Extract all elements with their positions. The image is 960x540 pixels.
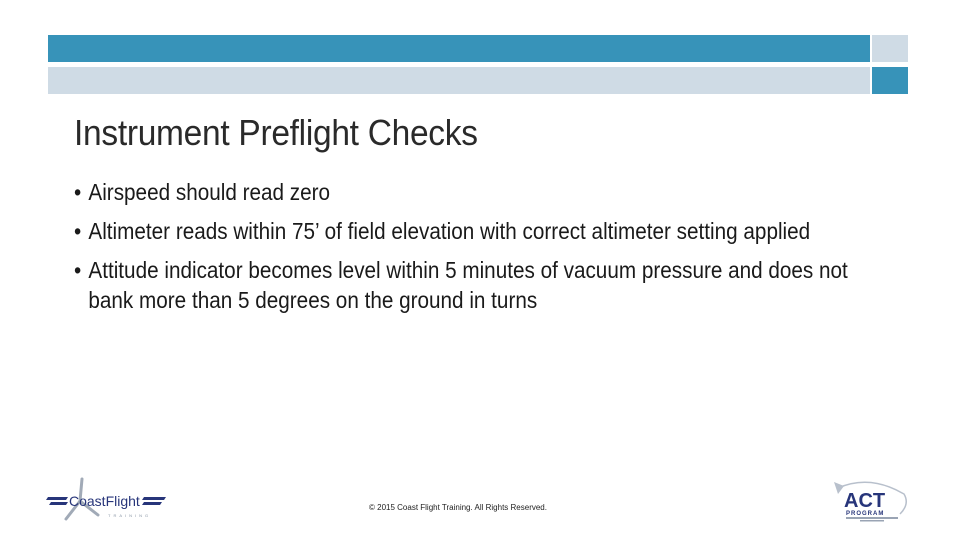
bullet-text: Airspeed should read zero — [88, 179, 331, 205]
bullet-icon: • — [74, 218, 82, 244]
jet-icon — [834, 482, 844, 494]
logo-left-name: CoastFlight — [69, 493, 140, 509]
bullet-item: • Attitude indicator becomes level within… — [74, 255, 880, 315]
bullet-icon: • — [74, 179, 82, 205]
header-block-bottom — [872, 67, 908, 94]
coastflight-logo: CoastFlight TRAINING — [46, 477, 166, 521]
logo-right-sub: PROGRAM — [846, 511, 884, 517]
logo-right-name: ACT — [844, 490, 885, 512]
logo-left-sub: TRAINING — [108, 513, 151, 518]
header-bar-top — [48, 35, 870, 62]
bullet-list: • Airspeed should read zero • Altimeter re… — [74, 177, 914, 324]
bullet-item: • Altimeter reads within 75’ of field ele… — [74, 216, 880, 246]
bullet-item: • Airspeed should read zero — [74, 177, 880, 207]
bullet-text: Altimeter reads within 75’ of field elev… — [88, 218, 811, 244]
act-program-logo: ACT PROGRAM — [834, 481, 907, 522]
header-block-top — [872, 35, 908, 62]
header-bar-bottom — [48, 67, 870, 94]
bullet-text: Attitude indicator becomes level within … — [88, 257, 848, 313]
bullet-icon: • — [74, 257, 82, 283]
copyright-text: © 2015 Coast Flight Training. All Rights… — [369, 503, 547, 512]
slide-title: Instrument Preflight Checks — [74, 112, 478, 153]
